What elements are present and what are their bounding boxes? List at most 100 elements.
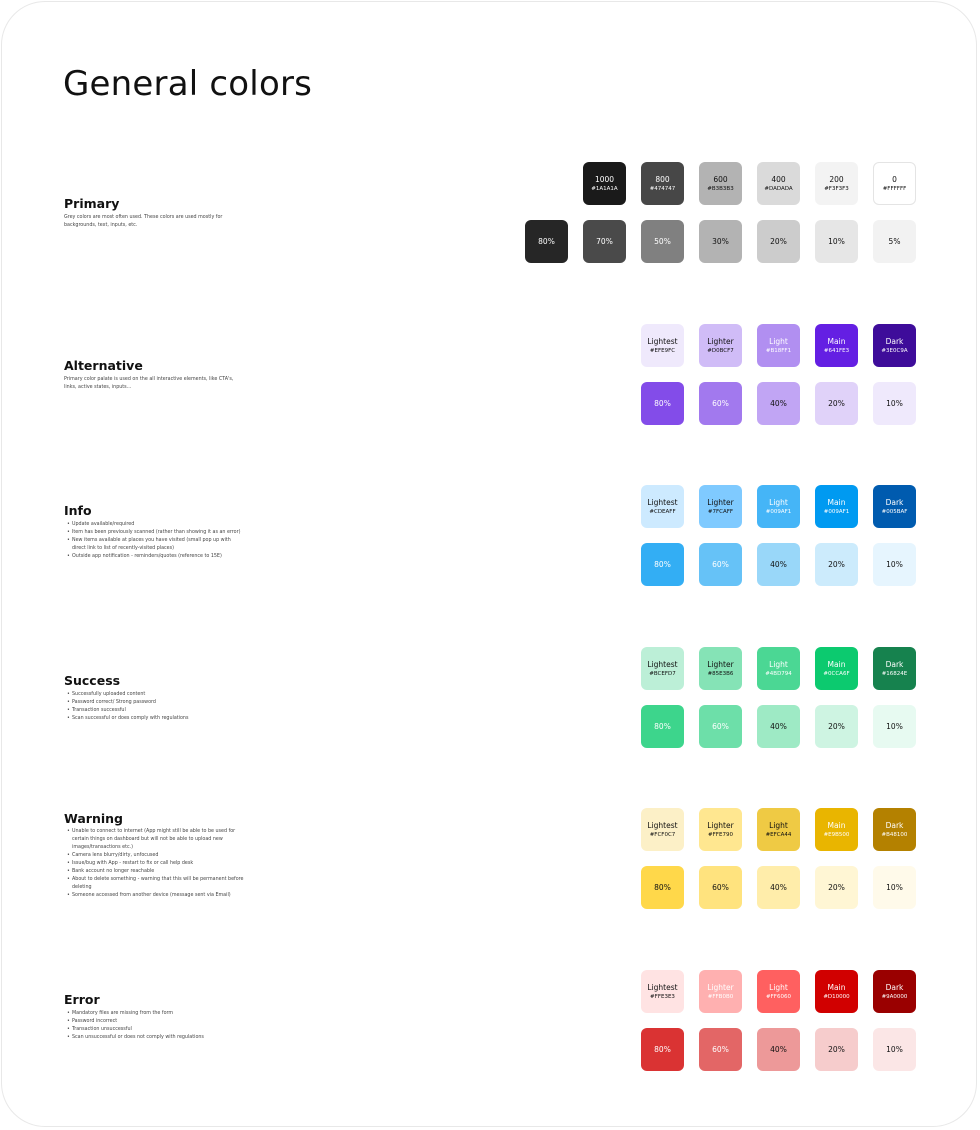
swatch-hex: #F3F3F3: [824, 185, 849, 192]
tint-swatch[interactable]: 10%: [873, 1028, 916, 1071]
section-description: Primary color palate is used on the all …: [64, 377, 234, 390]
swatch-hex: #B3B3B3: [707, 185, 734, 192]
tint-percent: 80%: [538, 237, 555, 246]
tint-percent: 50%: [654, 237, 671, 246]
color-swatch[interactable]: Lighter #D0BCF7: [699, 324, 742, 367]
color-swatch[interactable]: Main #D10000: [815, 970, 858, 1013]
tint-row: 80% 60% 40% 20% 10%: [641, 543, 916, 586]
tint-percent: 40%: [770, 883, 787, 892]
swatch-hex: #CDEAFF: [649, 508, 676, 515]
color-swatch[interactable]: Lighter #85E3B6: [699, 647, 742, 690]
tint-percent: 60%: [712, 560, 729, 569]
color-swatch[interactable]: Light #4BD794: [757, 647, 800, 690]
swatch-hex: #EFE9FC: [649, 347, 676, 354]
color-swatch[interactable]: 600 #B3B3B3: [699, 162, 742, 205]
tint-swatch[interactable]: 10%: [873, 866, 916, 909]
swatch-hex: #9A0000: [881, 993, 908, 1000]
color-swatch[interactable]: 400 #DADADA: [757, 162, 800, 205]
tint-swatch[interactable]: 80%: [641, 543, 684, 586]
tint-swatch[interactable]: 60%: [699, 543, 742, 586]
swatch-hex: #D0BCF7: [707, 347, 734, 354]
tint-swatch[interactable]: 10%: [873, 382, 916, 425]
color-swatch[interactable]: Dark #16824E: [873, 647, 916, 690]
tint-swatch[interactable]: 60%: [699, 1028, 742, 1071]
color-swatch[interactable]: Lighter #FFE790: [699, 808, 742, 851]
section-title: Warning: [64, 811, 123, 826]
bullet-item: Scan successful or does comply with regu…: [67, 715, 244, 723]
color-swatch[interactable]: Lightest #FCF0C7: [641, 808, 684, 851]
tint-swatch[interactable]: 80%: [641, 866, 684, 909]
tint-swatch[interactable]: 60%: [699, 382, 742, 425]
color-swatch[interactable]: Lightest #CDEAFF: [641, 485, 684, 528]
tint-swatch[interactable]: 5%: [873, 220, 916, 263]
swatch-hex: #005BAF: [881, 508, 908, 515]
tint-swatch[interactable]: 60%: [699, 705, 742, 748]
tint-percent: 10%: [886, 722, 903, 731]
swatch-hex: #009AF1: [823, 508, 850, 515]
color-swatch[interactable]: Main #E9B500: [815, 808, 858, 851]
color-swatch[interactable]: Light #B18FF1: [757, 324, 800, 367]
color-swatch[interactable]: 1000 #1A1A1A: [583, 162, 626, 205]
tint-swatch[interactable]: 20%: [815, 382, 858, 425]
tint-swatch[interactable]: 10%: [815, 220, 858, 263]
color-swatch[interactable]: Main #641FE3: [815, 324, 858, 367]
swatch-hex: #0CCA6F: [823, 670, 850, 677]
tint-swatch[interactable]: 20%: [815, 705, 858, 748]
tint-swatch[interactable]: 20%: [757, 220, 800, 263]
tint-swatch[interactable]: 10%: [873, 705, 916, 748]
color-swatch[interactable]: Light #009AF1: [757, 485, 800, 528]
swatch-hex: #D10000: [823, 993, 850, 1000]
color-swatch[interactable]: Lightest #BCEFD7: [641, 647, 684, 690]
color-swatch[interactable]: Lighter #FFB0B0: [699, 970, 742, 1013]
color-swatch[interactable]: 200 #F3F3F3: [815, 162, 858, 205]
section-title: Error: [64, 992, 100, 1007]
bullet-item: Unable to connect to internet (App might…: [67, 828, 244, 852]
tint-swatch[interactable]: 40%: [757, 543, 800, 586]
bullet-item: About to delete something - warning that…: [67, 876, 244, 892]
tint-swatch[interactable]: 60%: [699, 866, 742, 909]
swatch-name: Lighter: [707, 497, 734, 507]
swatch-name: Main: [827, 659, 846, 669]
color-swatch[interactable]: 0 #FFFFFF: [873, 162, 916, 205]
color-swatch[interactable]: Main #009AF1: [815, 485, 858, 528]
swatch-name: Lightest: [647, 982, 678, 992]
bullet-item: Bank account no longer reachable: [67, 868, 244, 876]
bullet-item: New items available at places you have v…: [67, 537, 244, 553]
tint-swatch[interactable]: 80%: [641, 1028, 684, 1071]
tint-swatch[interactable]: 80%: [641, 382, 684, 425]
swatch-name: Dark: [885, 820, 904, 830]
swatch-name: Main: [827, 336, 846, 346]
tint-swatch[interactable]: 70%: [583, 220, 626, 263]
color-swatch[interactable]: Main #0CCA6F: [815, 647, 858, 690]
tint-percent: 10%: [828, 237, 845, 246]
color-swatch[interactable]: Dark #3E0C9A: [873, 324, 916, 367]
swatch-hex: #7FCAFF: [707, 508, 734, 515]
tint-swatch[interactable]: 20%: [815, 543, 858, 586]
color-swatch[interactable]: Dark #9A0000: [873, 970, 916, 1013]
color-swatch[interactable]: 800 #474747: [641, 162, 684, 205]
tint-swatch[interactable]: 30%: [699, 220, 742, 263]
color-swatch[interactable]: Light #FF6060: [757, 970, 800, 1013]
swatch-name: Light: [769, 982, 788, 992]
color-swatch[interactable]: Lightest #EFE9FC: [641, 324, 684, 367]
tint-swatch[interactable]: 40%: [757, 382, 800, 425]
tint-swatch[interactable]: 80%: [525, 220, 568, 263]
color-swatch[interactable]: Dark #B48100: [873, 808, 916, 851]
tint-swatch[interactable]: 50%: [641, 220, 684, 263]
tint-percent: 40%: [770, 399, 787, 408]
tint-swatch[interactable]: 10%: [873, 543, 916, 586]
tint-swatch[interactable]: 20%: [815, 866, 858, 909]
color-swatch[interactable]: Lighter #7FCAFF: [699, 485, 742, 528]
swatch-name: Main: [827, 497, 846, 507]
swatch-hex: #DADADA: [764, 185, 793, 192]
color-swatch[interactable]: Lightest #FFE3E3: [641, 970, 684, 1013]
tint-swatch[interactable]: 40%: [757, 1028, 800, 1071]
color-swatch[interactable]: Light #EFCA44: [757, 808, 800, 851]
bullet-item: Outside app notification - reminders/quo…: [67, 553, 244, 561]
tint-swatch[interactable]: 40%: [757, 705, 800, 748]
swatch-name: Light: [769, 336, 788, 346]
tint-swatch[interactable]: 40%: [757, 866, 800, 909]
tint-swatch[interactable]: 80%: [641, 705, 684, 748]
tint-swatch[interactable]: 20%: [815, 1028, 858, 1071]
color-swatch[interactable]: Dark #005BAF: [873, 485, 916, 528]
